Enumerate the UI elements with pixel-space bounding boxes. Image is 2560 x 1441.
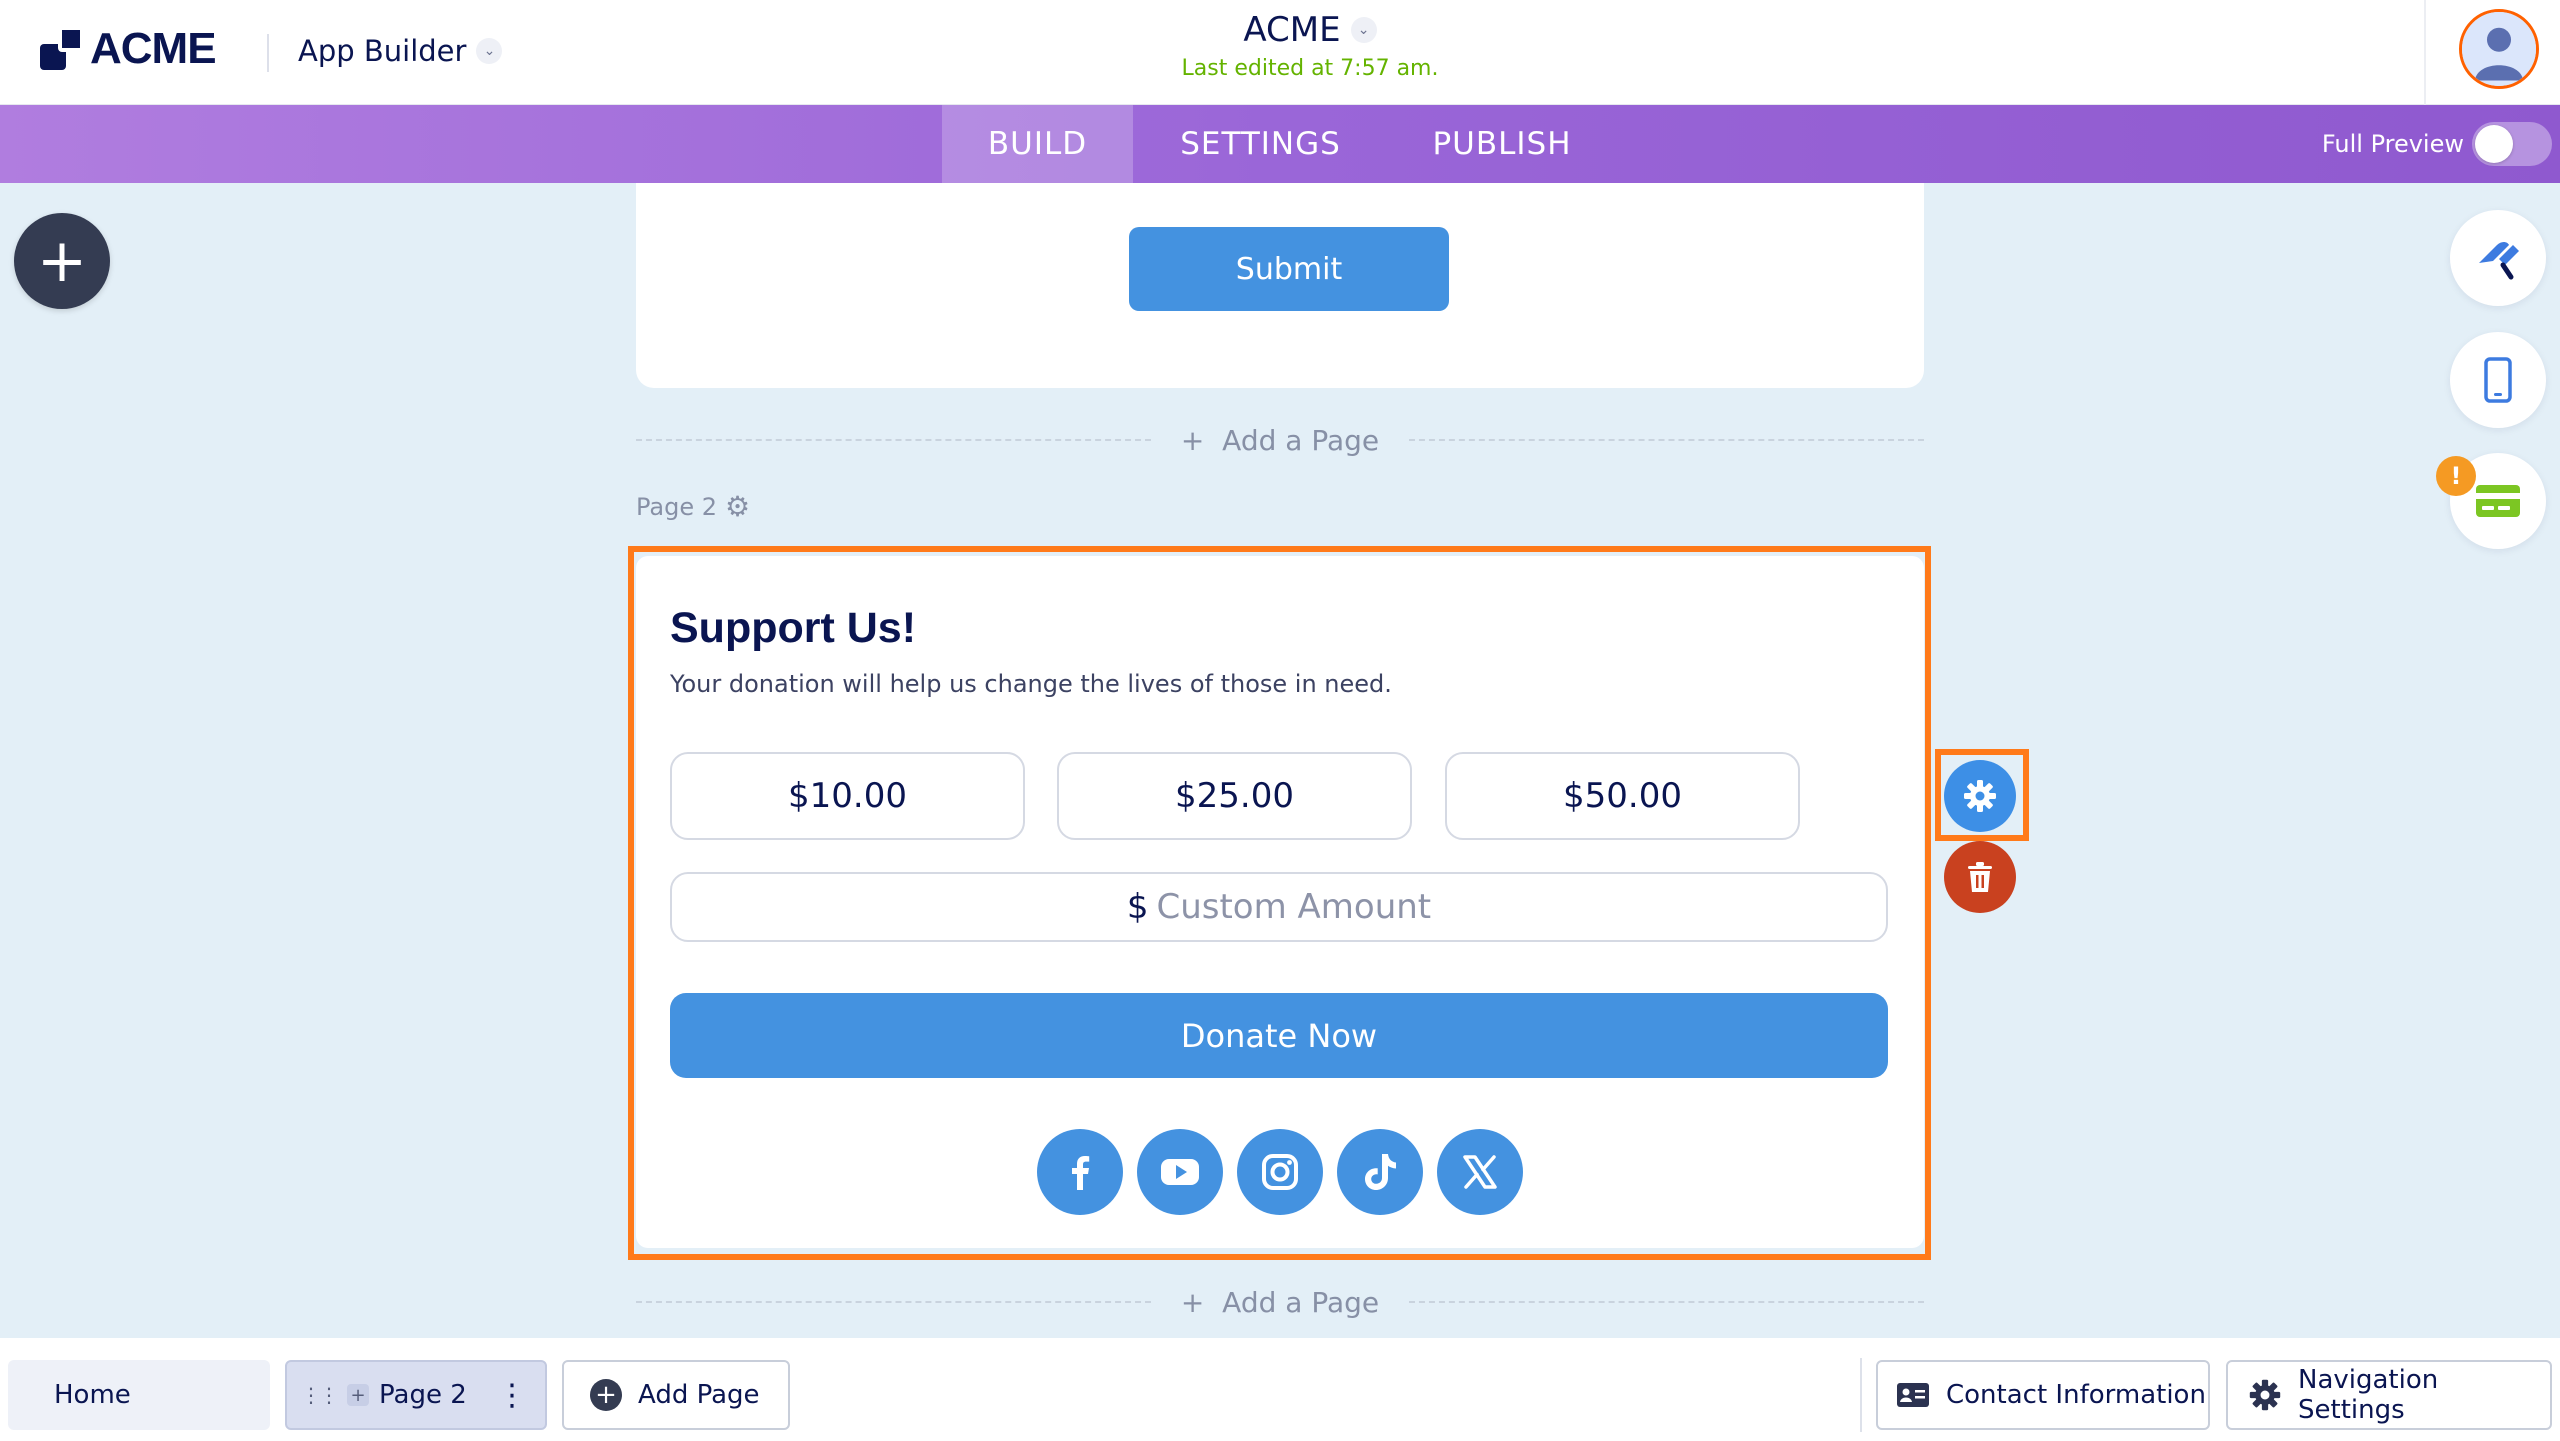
full-preview-label: Full Preview [2321,130,2464,158]
submit-button[interactable]: Submit [1129,227,1449,311]
add-page-button[interactable]: + Add Page [562,1360,790,1430]
page-tab-label: Page 2 [379,1380,467,1410]
full-preview-toggle[interactable] [2472,122,2552,166]
credit-card-icon [2476,485,2520,517]
tab-settings[interactable]: SETTINGS [1133,105,1388,183]
add-page-button-label: Add Page [638,1380,760,1410]
acme-logo-mark [40,26,86,72]
custom-amount-input[interactable]: $ Custom Amount [670,872,1888,942]
add-page-link[interactable]: + Add a Page [1151,1286,1409,1319]
builder-nav-bar: BUILD SETTINGS PUBLISH Full Preview [0,105,2560,183]
add-page-divider-2[interactable]: + Add a Page [636,1282,1924,1322]
acme-logo[interactable]: ACME [40,24,217,74]
instagram-icon[interactable] [1237,1129,1323,1215]
add-element-button[interactable]: + [14,213,110,309]
toggle-knob [2475,125,2513,163]
tiktok-icon[interactable] [1337,1129,1423,1215]
bottom-divider [1860,1358,1862,1432]
navigation-settings-label: Navigation Settings [2298,1365,2439,1425]
form-designer-button[interactable] [2450,210,2546,306]
donate-now-button[interactable]: Donate Now [670,993,1888,1078]
form-title[interactable]: ACME ⌄ [1243,10,1377,50]
form-title-block: ACME ⌄ Last edited at 7:57 am. [1100,10,1520,81]
facebook-icon[interactable] [1037,1129,1123,1215]
add-page-link[interactable]: + Add a Page [1151,424,1409,457]
tab-build[interactable]: BUILD [942,105,1133,183]
chevron-down-icon: ⌄ [1350,17,1377,43]
gear-icon[interactable]: ⚙ [725,490,750,523]
plus-icon: + [347,1384,369,1406]
chevron-down-icon: ⌄ [476,38,503,64]
x-icon[interactable] [1437,1129,1523,1215]
user-avatar-icon [2462,12,2536,86]
amount-option-10[interactable]: $10.00 [670,752,1025,840]
element-properties-button[interactable] [1944,760,2016,832]
page-tab-label: Home [54,1380,131,1410]
trash-icon [1968,862,1992,892]
add-page-divider-1[interactable]: + Add a Page [636,420,1924,460]
plus-circle-icon: + [590,1379,622,1411]
logo-text: ACME [90,24,217,73]
page-navigation-bar: Home ⋮⋮ + Page 2 ⋮ + Add Page Contact In… [0,1338,2560,1441]
contact-card-icon [1896,1382,1930,1408]
amount-option-50[interactable]: $50.00 [1445,752,1800,840]
form-title-text: ACME [1243,10,1341,50]
top-header: ACME App Builder ⌄ ACME ⌄ Last edited at… [0,0,2560,105]
drag-handle-icon[interactable]: ⋮⋮ [301,1383,339,1407]
contact-information-label: Contact Information [1946,1380,2206,1410]
app-builder-menu[interactable]: App Builder ⌄ [298,34,503,68]
navigation-settings-button[interactable]: Navigation Settings [2226,1360,2552,1430]
gear-icon [2248,1378,2282,1412]
header-divider [267,34,269,72]
currency-symbol: $ [1126,887,1149,927]
more-options-icon[interactable]: ⋮ [497,1378,527,1413]
smartphone-icon [2484,357,2512,403]
tab-publish[interactable]: PUBLISH [1388,105,1616,183]
contact-information-button[interactable]: Contact Information [1876,1360,2210,1430]
gear-icon [1964,780,1996,812]
mobile-preview-button[interactable] [2450,332,2546,428]
plus-icon: + [36,226,88,296]
youtube-icon[interactable] [1137,1129,1223,1215]
page-tab-page-2[interactable]: ⋮⋮ + Page 2 ⋮ [285,1360,547,1430]
header-divider-right [2424,0,2426,105]
delete-element-button[interactable] [1944,841,2016,913]
avatar[interactable] [2459,9,2539,89]
donation-subtext: Your donation will help us change the li… [670,670,1392,698]
warning-icon: ! [2436,456,2476,496]
app-builder-label: App Builder [298,34,467,68]
donation-heading: Support Us! [670,604,917,652]
custom-amount-placeholder: Custom Amount [1156,887,1432,927]
page2-heading: Page 2 ⚙ [636,490,751,523]
paint-roller-icon [2479,242,2519,280]
page-tab-home[interactable]: Home [8,1360,270,1430]
amount-option-25[interactable]: $25.00 [1057,752,1412,840]
last-edited-status: Last edited at 7:57 am. [1181,56,1439,81]
